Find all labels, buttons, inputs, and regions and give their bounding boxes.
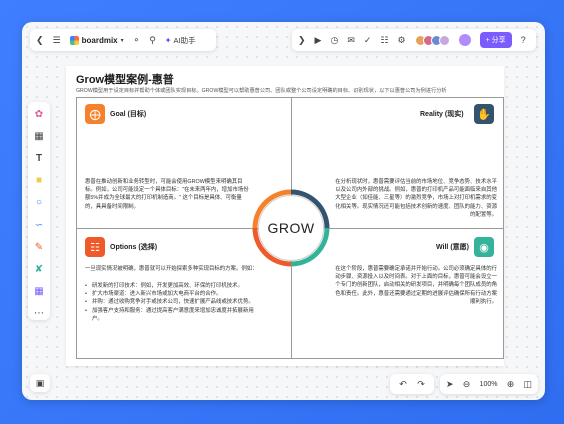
collaborator-avatars[interactable]	[414, 34, 450, 46]
connector-icon[interactable]: ∽	[32, 218, 46, 231]
chevron-down-icon: ▾	[120, 37, 124, 44]
undo-icon[interactable]: ↶	[399, 379, 407, 390]
document-title: Grow模型案例-惠普	[76, 74, 174, 86]
zoom-controls: ➤ ⊖ 100% ⊕ ◫	[440, 374, 538, 394]
list-item: 加强客户支持和服务：通过提高客户满意度来增加忠诚度并拓展新用户。	[85, 307, 255, 323]
top-right-toolbar: ❯ ▶ ◷ ✉ ✓ ☷ ⚙ + 分享 ?	[292, 29, 536, 51]
options-intro: 一旦现实情况被明确，惠普就可以开始探索多种实现目标的方案。例如：	[85, 266, 258, 272]
settings-icon[interactable]: ⚙	[398, 35, 406, 46]
will-text: 在这个阶段，惠普需要确定承诺并开始行动。公司必须确定具体的行动步骤、资源投入以及…	[335, 266, 497, 305]
reality-text: 在分析现状时，惠普需要评估当前的市场地位、竞争态势、技术水平以及公司内外部的挑战…	[335, 179, 497, 218]
vote-icon[interactable]: ✓	[364, 35, 372, 46]
left-toolbar: ✿ ▦ T ■ ○ ∽ ✎ ✘ ▦ ⋯	[28, 102, 50, 320]
menu-icon[interactable]: ☰	[53, 35, 61, 46]
back-icon[interactable]: ❮	[36, 35, 44, 46]
list-item: 并购：通过收购竞争对手或技术公司，快速扩展产品线或技术优势。	[85, 298, 255, 306]
fit-screen-icon[interactable]: ◫	[523, 379, 532, 390]
ai-icon: ✦	[164, 35, 172, 45]
options-icon: ☷	[85, 237, 105, 257]
brand-name: boardmix	[81, 35, 118, 45]
comment-icon[interactable]: ✉	[347, 35, 355, 46]
shape-icon[interactable]: ○	[32, 196, 46, 209]
cursor-icon[interactable]: ➤	[446, 379, 454, 390]
goal-label: Goal (目标)	[110, 111, 147, 118]
avatar	[438, 34, 450, 46]
goal-text: 惠普在推动创新和业务转型时，可能会使用GROW模型来明确其目标。例如，公司可能设…	[85, 179, 249, 210]
share-button[interactable]: + 分享	[479, 32, 512, 48]
search-icon[interactable]: ⚲	[149, 35, 156, 46]
minimap-icon: ▣	[35, 377, 45, 388]
grow-center-label: GROW	[258, 195, 324, 261]
ai-assistant-label: AI助手	[173, 35, 196, 45]
timer-icon[interactable]: ◷	[330, 35, 338, 46]
zoom-out-icon[interactable]: ⊖	[463, 379, 471, 390]
will-label: Will (意愿)	[436, 244, 469, 251]
play-icon[interactable]: ▶	[315, 35, 322, 46]
frame-icon[interactable]: ▦	[32, 130, 46, 143]
brain-hand-icon: ✋	[474, 104, 494, 124]
color-palette-icon[interactable]: ✿	[32, 108, 46, 121]
share-label: 分享	[491, 37, 506, 44]
list-item: 扩大市场渠道：进入新兴市场或加大电商平台的合作。	[85, 290, 255, 298]
top-left-toolbar: ❮ ☰ boardmix ▾ ⚬ ⚲ ✦ AI助手	[30, 29, 216, 51]
tag-icon[interactable]: ⚬	[133, 35, 141, 46]
user-avatar[interactable]	[458, 34, 471, 46]
help-icon[interactable]: ?	[521, 35, 526, 45]
more-icon[interactable]: ⋯	[32, 307, 46, 320]
minimap-toggle[interactable]: ▣	[30, 374, 50, 392]
list-item: 研发新的打印技术：例如，开发更加高效、环保的打印机技术。	[85, 282, 255, 290]
app-window: ❮ ☰ boardmix ▾ ⚬ ⚲ ✦ AI助手 ❯ ▶ ◷ ✉ ✓ ☷ ⚙ …	[22, 22, 545, 400]
mindmap-icon[interactable]: ✘	[32, 263, 46, 276]
user-plus-icon: +	[485, 36, 490, 44]
target-icon: ⨁	[85, 104, 105, 124]
boardmix-logo-icon	[69, 35, 79, 45]
chevron-right-icon[interactable]: ❯	[298, 35, 306, 46]
history-controls: ↶ ↷	[390, 374, 434, 394]
table-icon[interactable]: ▦	[32, 285, 46, 298]
zoom-level[interactable]: 100%	[480, 381, 498, 388]
pen-icon[interactable]: ✎	[32, 241, 46, 254]
grow-grid: ⨁ Goal (目标) 惠普在推动创新和业务转型时，可能会使用GROW模型来明确…	[76, 97, 504, 359]
document-subtitle: GROW模型用于设定目标并帮助个体或团队实现目标。GROW模型可以帮助惠普公司、…	[76, 88, 447, 94]
brand[interactable]: boardmix ▾	[69, 35, 124, 45]
text-icon[interactable]: T	[32, 152, 46, 165]
ai-assistant-button[interactable]: ✦ AI助手	[165, 35, 196, 46]
zoom-in-icon[interactable]: ⊕	[507, 379, 515, 390]
head-idea-icon: ◉	[474, 237, 494, 257]
options-list: 研发新的打印技术：例如，开发更加高效、环保的打印机技术。 扩大市场渠道：进入新兴…	[85, 282, 255, 323]
grow-model-document[interactable]: Grow模型案例-惠普 GROW模型用于设定目标并帮助个体或团队实现目标。GRO…	[66, 66, 504, 366]
sticky-note-icon[interactable]: ■	[32, 174, 46, 187]
options-label: Options (选择)	[110, 244, 158, 251]
reality-label: Reality (现实)	[420, 111, 464, 118]
redo-icon[interactable]: ↷	[417, 379, 425, 390]
library-icon[interactable]: ☷	[380, 35, 388, 46]
